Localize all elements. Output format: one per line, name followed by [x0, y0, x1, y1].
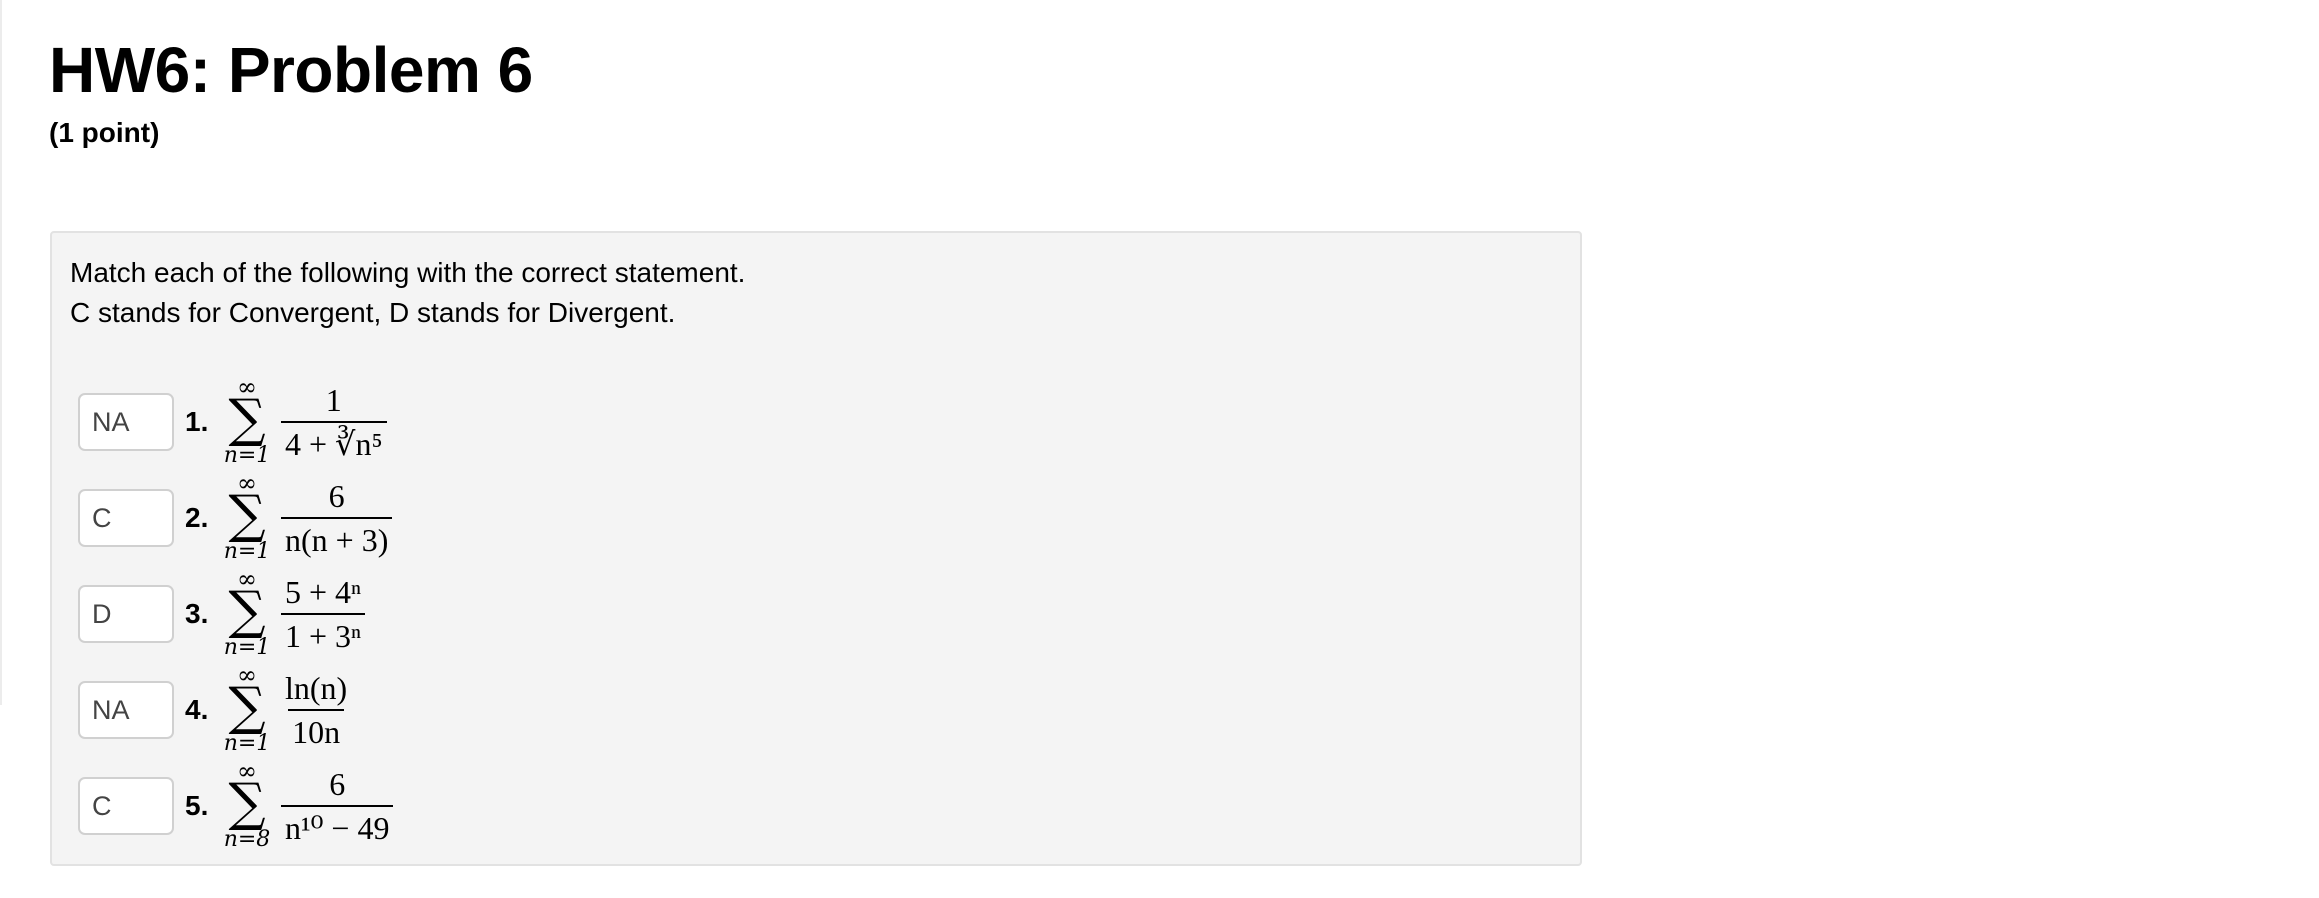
summation-symbol: ∞ ∑ n=1	[223, 663, 271, 756]
problem-box: Match each of the following with the cor…	[50, 231, 1582, 866]
summation-symbol: ∞ ∑ n=1	[223, 375, 271, 468]
lower-limit: n=8	[223, 827, 271, 852]
point-value: (1 point)	[49, 117, 160, 148]
lower-limit: n=1	[223, 539, 271, 564]
instruction-line-2: C stands for Convergent, D stands for Di…	[70, 297, 676, 328]
answer-input-3[interactable]: D	[78, 585, 174, 643]
item-number: 2.	[185, 502, 209, 533]
fraction: 1 4 + ∛n⁵	[281, 381, 387, 463]
answer-input-2[interactable]: C	[78, 489, 174, 547]
list-item: C 5. ∞ ∑ n=8 6 n¹⁰ − 49	[78, 759, 394, 852]
item-number: 3.	[185, 598, 209, 629]
numerator: 5 + 4ⁿ	[285, 574, 362, 610]
answer-input-5[interactable]: C	[78, 777, 174, 835]
answer-input-1[interactable]: NA	[78, 393, 174, 451]
summation-symbol: ∞ ∑ n=1	[223, 567, 271, 660]
lower-limit: n=1	[223, 443, 271, 468]
instructions: Match each of the following with the cor…	[70, 253, 745, 333]
list-item: NA 1. ∞ ∑ n=1 1 4 + ∛n⁵	[78, 375, 387, 468]
item-number: 1.	[185, 406, 209, 437]
page-title: HW6: Problem 6	[49, 34, 533, 106]
fraction: ln(n) 10n	[281, 669, 351, 751]
sigma-icon: ∑	[228, 485, 266, 545]
sigma-icon: ∑	[228, 773, 266, 833]
numerator: 1	[325, 382, 342, 418]
fraction: 6 n(n + 3)	[281, 477, 393, 559]
item-number: 5.	[185, 790, 209, 821]
summation-symbol: ∞ ∑ n=1	[223, 471, 271, 564]
fraction: 6 n¹⁰ − 49	[281, 765, 394, 847]
instruction-line-1: Match each of the following with the cor…	[70, 257, 746, 288]
list-item: NA 4. ∞ ∑ n=1 ln(n) 10n	[78, 663, 351, 756]
numerator: 6	[328, 478, 345, 514]
sigma-icon: ∑	[228, 581, 266, 641]
list-item: C 2. ∞ ∑ n=1 6 n(n + 3)	[78, 471, 393, 564]
list-item: D 3. ∞ ∑ n=1 5 + 4ⁿ 1 + 3ⁿ	[78, 567, 366, 660]
denominator: 10n	[288, 709, 345, 751]
lower-limit: n=1	[223, 635, 271, 660]
fraction: 5 + 4ⁿ 1 + 3ⁿ	[281, 573, 366, 655]
page-left-rule	[0, 0, 2, 705]
denominator: n¹⁰ − 49	[281, 805, 394, 847]
item-number: 4.	[185, 694, 209, 725]
numerator: ln(n)	[285, 670, 348, 706]
denominator: n(n + 3)	[281, 517, 393, 559]
numerator: 6	[329, 766, 346, 802]
summation-symbol: ∞ ∑ n=8	[223, 759, 271, 852]
answer-input-4[interactable]: NA	[78, 681, 174, 739]
denominator: 4 + ∛n⁵	[281, 421, 387, 463]
problem-header: HW6: Problem 6 (1 point)	[49, 30, 533, 150]
denominator: 1 + 3ⁿ	[281, 613, 366, 655]
lower-limit: n=1	[223, 731, 271, 756]
sigma-icon: ∑	[228, 389, 266, 449]
sigma-icon: ∑	[228, 677, 266, 737]
